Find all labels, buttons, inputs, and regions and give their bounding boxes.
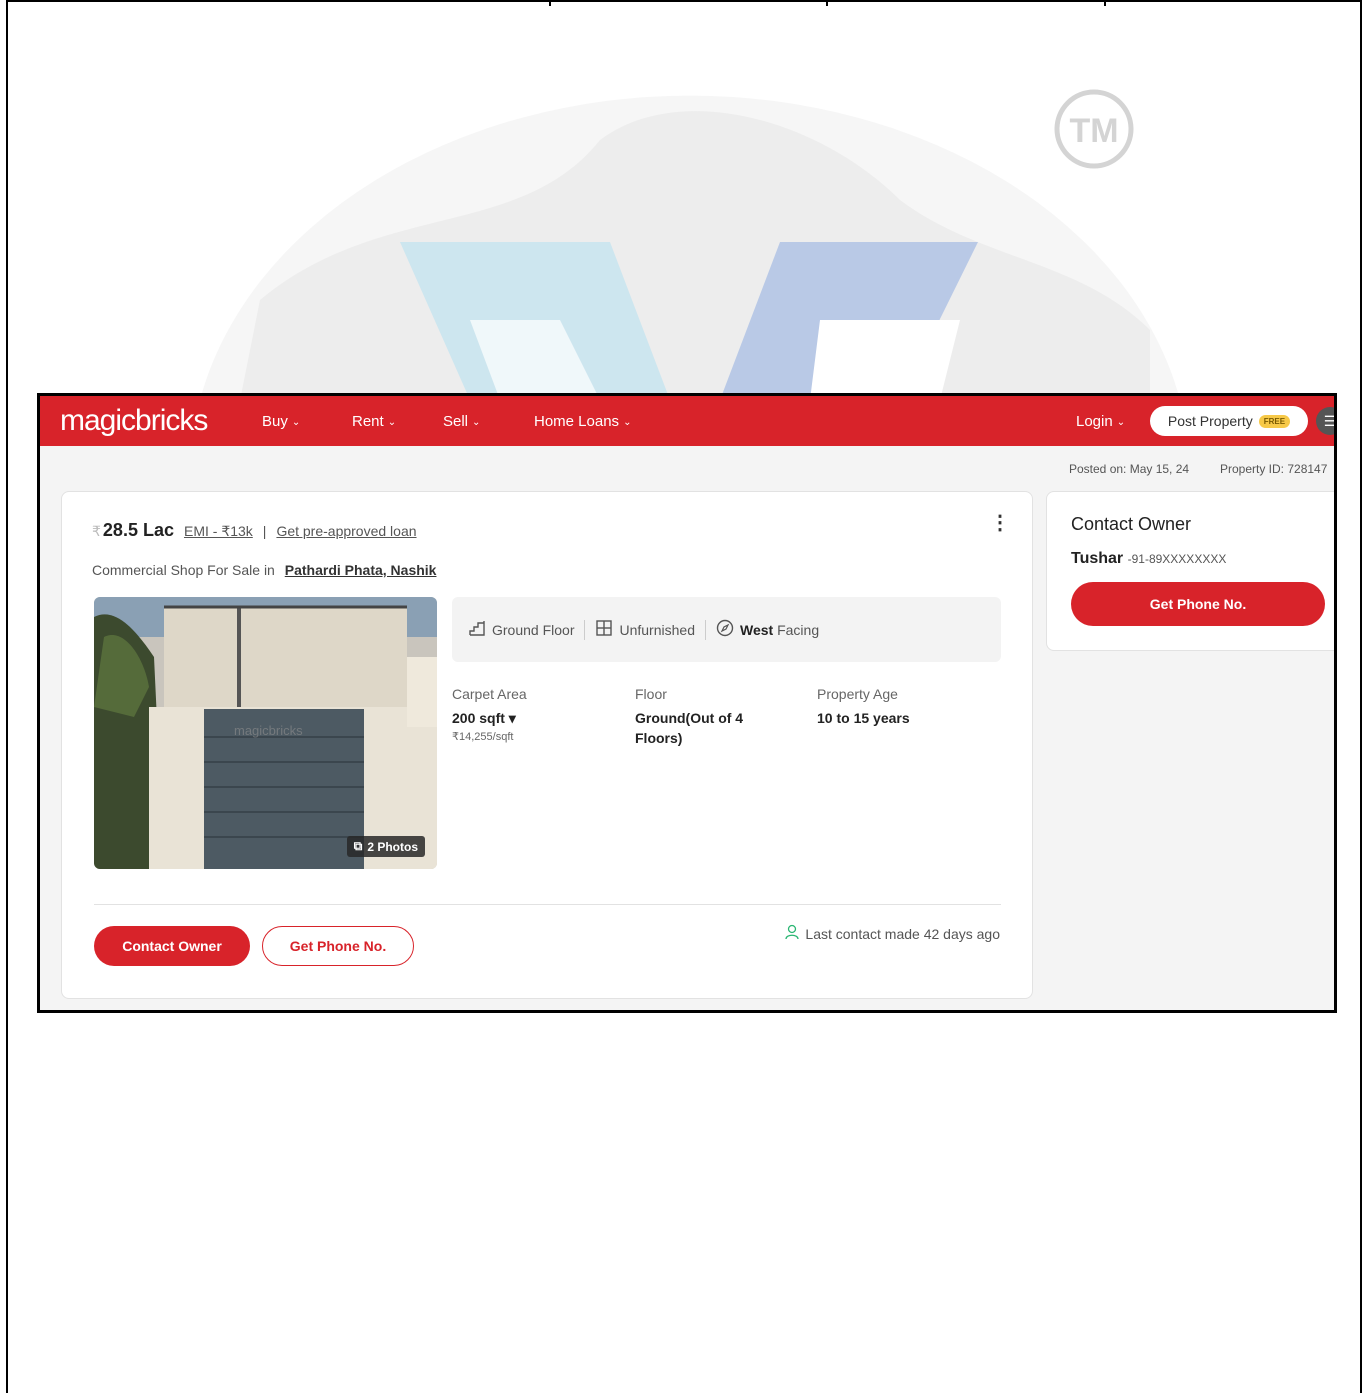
nav-login[interactable]: Login ⌄ <box>1076 413 1125 430</box>
spec-value: 10 to 15 years <box>817 710 910 726</box>
rupee-icon: ₹ <box>92 523 101 539</box>
card-divider <box>94 904 1001 905</box>
photo-count-label: 2 Photos <box>367 839 418 854</box>
chevron-down-icon: ⌄ <box>472 417 481 428</box>
spec-value: Ground(Out of 4 Floors) <box>635 710 744 746</box>
facing-word: Facing <box>777 621 820 638</box>
feature-divider <box>704 619 706 640</box>
last-contact-info: Last contact made 42 days ago <box>785 924 1000 943</box>
feature-furnishing-label: Unfurnished <box>619 621 695 638</box>
price-line: ₹ 28.5 Lac EMI - ₹13k | Get pre-approved… <box>92 520 417 541</box>
listing-type: Commercial Shop For Sale in <box>92 562 275 578</box>
contact-owner-title: Contact Owner <box>1071 514 1192 534</box>
nav-home-loans[interactable]: Home Loans ⌄ <box>534 413 631 430</box>
spec-price-per-sqft: ₹14,255/sqft <box>452 731 514 743</box>
get-phone-button[interactable]: Get Phone No. <box>262 926 414 966</box>
nav-label: Login <box>1076 413 1113 430</box>
feature-floor-label: Ground Floor <box>492 621 575 638</box>
user-icon <box>785 924 800 943</box>
hamburger-menu-icon[interactable]: ☰ <box>1316 407 1334 435</box>
nav-buy[interactable]: Buy ⌄ <box>262 413 300 430</box>
facing-direction: West <box>739 621 774 638</box>
location-link[interactable]: Pathardi Phata, Nashik <box>285 562 437 578</box>
nav-label: Buy <box>262 413 288 430</box>
listing-card: ₹ 28.5 Lac EMI - ₹13k | Get pre-approved… <box>61 491 1033 999</box>
shop-photo-image: magicbricks <box>94 597 437 869</box>
photo-count-badge[interactable]: ⧉ 2 Photos <box>346 836 425 857</box>
free-badge: FREE <box>1258 414 1291 428</box>
price-group: ₹ 28.5 Lac <box>92 520 174 541</box>
spec-label: Carpet Area <box>452 686 527 702</box>
post-property-button[interactable]: Post Property FREE <box>1150 406 1308 436</box>
spec-value[interactable]: 200 sqft ▾ <box>452 708 622 728</box>
last-contact-text: Last contact made 42 days ago <box>805 925 1000 942</box>
image-icon: ⧉ <box>353 839 363 853</box>
spec-label: Property Age <box>817 686 898 702</box>
more-options-icon[interactable]: ⋮ <box>990 513 1010 533</box>
property-photo[interactable]: magicbricks ⧉ 2 Photos <box>94 597 437 869</box>
frame-tick <box>549 0 551 6</box>
post-property-label: Post Property <box>1167 413 1253 429</box>
spec-property-age: Property Age 10 to 15 years <box>817 686 987 728</box>
owner-info: Tushar -91-89XXXXXXXX <box>1071 550 1226 568</box>
chevron-down-icon: ⌄ <box>623 417 632 428</box>
chevron-down-icon: ⌄ <box>291 417 301 428</box>
chevron-down-icon: ⌄ <box>1116 417 1126 428</box>
nav-label: Sell <box>443 413 469 430</box>
frame-tick <box>1104 0 1106 6</box>
emi-link[interactable]: EMI - ₹13k <box>184 523 253 540</box>
feature-facing: West Facing <box>716 619 819 640</box>
brand-logo[interactable]: magicbricks <box>60 404 208 438</box>
price: 28.5 Lac <box>102 520 174 540</box>
furniture-icon <box>595 619 613 640</box>
top-navbar: magicbricks Buy ⌄ Rent ⌄ Sell ⌄ Home Loans ⌄… <box>40 396 1334 446</box>
spec-floor: Floor Ground(Out of 4 Floors) <box>635 686 805 748</box>
nav-rent[interactable]: Rent ⌄ <box>352 413 396 430</box>
listing-subtitle: Commercial Shop For Sale in Pathardi Pha… <box>92 562 436 578</box>
staircase-icon <box>468 619 486 640</box>
screenshot-panel: magicbricks Buy ⌄ Rent ⌄ Sell ⌄ Home Loans ⌄… <box>37 393 1337 1013</box>
frame-tick <box>826 0 828 6</box>
contact-owner-button[interactable]: Contact Owner <box>94 926 250 966</box>
pre-approved-loan-link[interactable]: Get pre-approved loan <box>276 523 416 539</box>
feature-divider <box>584 619 586 640</box>
owner-name: Tushar <box>1071 550 1124 567</box>
features-strip: Ground Floor Unfurnished West Facing <box>452 597 1001 662</box>
nav-label: Home Loans <box>534 413 620 430</box>
nav-sell[interactable]: Sell ⌄ <box>443 413 480 430</box>
feature-furnishing: Unfurnished <box>595 619 695 640</box>
side-get-phone-button[interactable]: Get Phone No. <box>1071 582 1325 626</box>
property-id: Property ID: 728147 <box>1220 462 1328 476</box>
photo-watermark-text: magicbricks <box>234 723 303 738</box>
feature-floor: Ground Floor <box>468 619 574 640</box>
separator: | <box>262 523 267 539</box>
compass-icon <box>716 619 734 640</box>
chevron-down-icon: ⌄ <box>387 417 397 428</box>
owner-phone: -91-89XXXXXXXX <box>1127 552 1227 566</box>
spec-carpet-area: Carpet Area 200 sqft ▾ ₹14,255/sqft <box>452 686 622 743</box>
nav-label: Rent <box>352 413 384 430</box>
contact-owner-card: Contact Owner Tushar -91-89XXXXXXXX Get … <box>1046 491 1334 651</box>
posted-on: Posted on: May 15, 24 <box>1069 462 1190 476</box>
spec-label: Floor <box>635 686 667 702</box>
